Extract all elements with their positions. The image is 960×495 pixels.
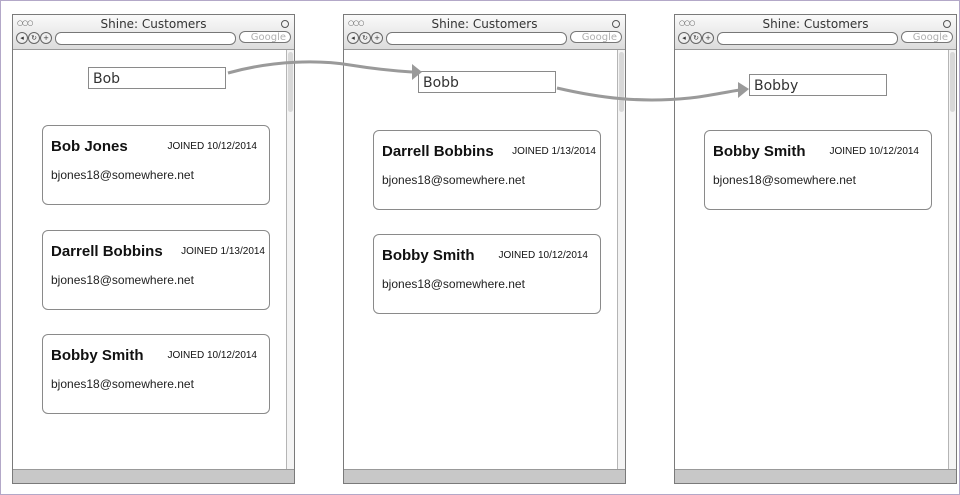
title-bar: ○○○ Shine: Customers ◂ ↻ + Google (13, 15, 294, 50)
scroll-thumb[interactable] (619, 52, 624, 112)
customer-name: Bobby Smith (382, 247, 475, 264)
reload-icon[interactable]: ↻ (690, 32, 702, 44)
customer-card[interactable]: Bob Jones JOINED 10/12/2014 bjones18@som… (42, 125, 270, 205)
customer-card[interactable]: Bobby Smith JOINED 10/12/2014 bjones18@s… (373, 234, 601, 314)
customer-card[interactable]: Bobby Smith JOINED 10/12/2014 bjones18@s… (704, 130, 932, 210)
back-forward-icon[interactable]: ◂ (16, 32, 28, 44)
search-engine-field[interactable]: Google (239, 31, 291, 43)
zoom-icon[interactable] (612, 20, 620, 28)
scroll-thumb[interactable] (950, 52, 955, 112)
status-bar (344, 469, 625, 483)
add-bookmark-icon[interactable]: + (40, 32, 52, 44)
scroll-thumb[interactable] (288, 52, 293, 112)
title-bar: ○○○ Shine: Customers ◂ ↻ + Google (675, 15, 956, 50)
scrollbar[interactable] (948, 50, 956, 469)
nav-buttons: ◂ ↻ + (347, 32, 387, 44)
joined-date: JOINED 1/13/2014 (512, 146, 596, 157)
browser-window-2: ○○○ Shine: Customers ◂ ↻ + Google Bobb D… (343, 14, 626, 484)
customer-name: Darrell Bobbins (382, 143, 494, 160)
customer-name: Bob Jones (51, 138, 128, 155)
joined-date: JOINED 1/13/2014 (181, 246, 265, 257)
search-engine-field[interactable]: Google (901, 31, 953, 43)
nav-buttons: ◂ ↻ + (16, 32, 56, 44)
scrollbar[interactable] (617, 50, 625, 469)
joined-date: JOINED 10/12/2014 (167, 141, 258, 152)
url-input[interactable] (55, 32, 236, 45)
zoom-icon[interactable] (943, 20, 951, 28)
customer-search-input[interactable]: Bobby (749, 74, 887, 96)
customer-email: bjones18@somewhere.net (51, 377, 194, 391)
customer-email: bjones18@somewhere.net (382, 277, 525, 291)
customer-search-input[interactable]: Bobb (418, 71, 556, 93)
add-bookmark-icon[interactable]: + (371, 32, 383, 44)
add-bookmark-icon[interactable]: + (702, 32, 714, 44)
customer-name: Darrell Bobbins (51, 243, 163, 260)
back-forward-icon[interactable]: ◂ (678, 32, 690, 44)
browser-window-1: ○○○ Shine: Customers ◂ ↻ + Google Bob Bo… (12, 14, 295, 484)
reload-icon[interactable]: ↻ (28, 32, 40, 44)
window-title: Shine: Customers (762, 17, 869, 31)
back-forward-icon[interactable]: ◂ (347, 32, 359, 44)
joined-date: JOINED 10/12/2014 (498, 250, 589, 261)
search-engine-field[interactable]: Google (570, 31, 622, 43)
scrollbar[interactable] (286, 50, 294, 469)
title-bar: ○○○ Shine: Customers ◂ ↻ + Google (344, 15, 625, 50)
reload-icon[interactable]: ↻ (359, 32, 371, 44)
window-title: Shine: Customers (431, 17, 538, 31)
status-bar (13, 469, 294, 483)
zoom-icon[interactable] (281, 20, 289, 28)
status-bar (675, 469, 956, 483)
customer-card[interactable]: Darrell Bobbins JOINED 1/13/2014 bjones1… (42, 230, 270, 310)
customer-email: bjones18@somewhere.net (51, 273, 194, 287)
customer-email: bjones18@somewhere.net (51, 168, 194, 182)
browser-window-3: ○○○ Shine: Customers ◂ ↻ + Google Bobby … (674, 14, 957, 484)
url-input[interactable] (717, 32, 898, 45)
url-input[interactable] (386, 32, 567, 45)
customer-name: Bobby Smith (51, 347, 144, 364)
customer-name: Bobby Smith (713, 143, 806, 160)
customer-card[interactable]: Darrell Bobbins JOINED 1/13/2014 bjones1… (373, 130, 601, 210)
window-title: Shine: Customers (100, 17, 207, 31)
customer-email: bjones18@somewhere.net (713, 173, 856, 187)
customer-card[interactable]: Bobby Smith JOINED 10/12/2014 bjones18@s… (42, 334, 270, 414)
joined-date: JOINED 10/12/2014 (167, 350, 258, 361)
joined-date: JOINED 10/12/2014 (829, 146, 920, 157)
customer-email: bjones18@somewhere.net (382, 173, 525, 187)
nav-buttons: ◂ ↻ + (678, 32, 718, 44)
customer-search-input[interactable]: Bob (88, 67, 226, 89)
